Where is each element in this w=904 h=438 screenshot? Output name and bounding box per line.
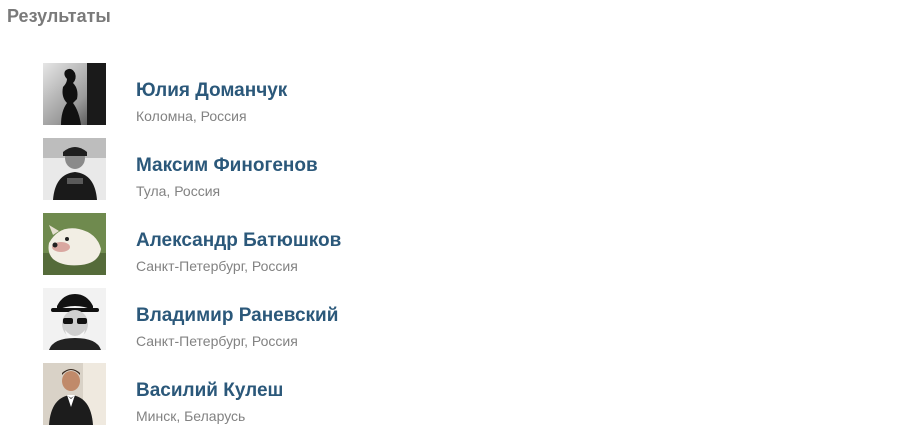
avatar[interactable] [43, 63, 106, 125]
dog-photo-icon [43, 213, 106, 275]
man-in-suit-photo-icon [43, 363, 106, 425]
list-item[interactable]: Александр Батюшков Санкт-Петербург, Росс… [43, 213, 863, 275]
result-name-link[interactable]: Александр Батюшков [136, 229, 341, 253]
list-item[interactable]: Василий Кулеш Минск, Беларусь [43, 363, 863, 425]
results-list: Юлия Доманчук Коломна, Россия Максим Фин… [43, 63, 863, 438]
list-item[interactable]: Максим Финогенов Тула, Россия [43, 138, 863, 200]
result-location: Санкт-Петербург, Россия [136, 333, 298, 349]
result-location: Санкт-Петербург, Россия [136, 258, 298, 274]
man-in-cap-photo-icon [43, 138, 106, 200]
page-title: Результаты [7, 6, 111, 26]
result-location: Коломна, Россия [136, 108, 247, 124]
silhouette-photo-icon [43, 63, 106, 125]
result-name-link[interactable]: Василий Кулеш [136, 379, 283, 403]
avatar[interactable] [43, 213, 106, 275]
result-location: Минск, Беларусь [136, 408, 246, 424]
result-name-link[interactable]: Владимир Раневский [136, 304, 338, 328]
avatar[interactable] [43, 363, 106, 425]
list-item[interactable]: Юлия Доманчук Коломна, Россия [43, 63, 863, 125]
avatar[interactable] [43, 288, 106, 350]
avatar[interactable] [43, 138, 106, 200]
list-item[interactable]: Владимир Раневский Санкт-Петербург, Росс… [43, 288, 863, 350]
result-name-link[interactable]: Максим Финогенов [136, 154, 318, 178]
result-name-link[interactable]: Юлия Доманчук [136, 79, 287, 103]
man-in-hat-photo-icon [43, 288, 106, 350]
result-location: Тула, Россия [136, 183, 221, 199]
